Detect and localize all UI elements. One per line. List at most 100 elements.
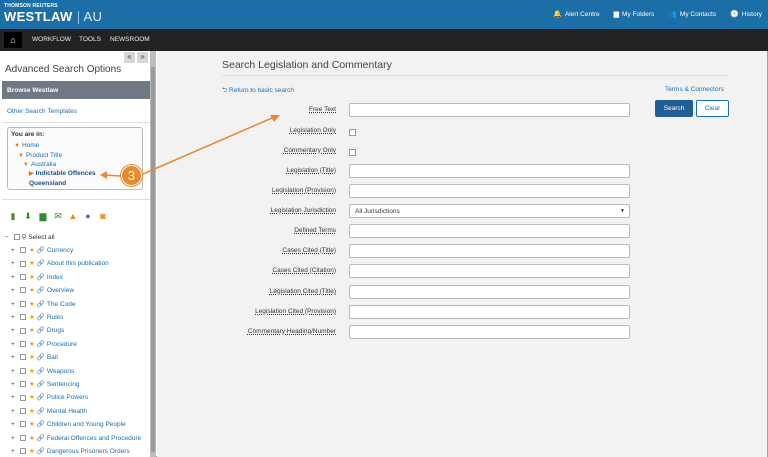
expand-plus-icon[interactable]: +	[11, 274, 20, 281]
tree-item-checkbox[interactable]	[20, 354, 26, 361]
expand-plus-icon[interactable]: +	[11, 314, 20, 321]
expand-plus-icon[interactable]: +	[11, 394, 20, 401]
tree-item-label[interactable]: Police Powers	[47, 394, 88, 401]
tree-item[interactable]: + ★ 🔗 Rules	[11, 313, 64, 321]
email-icon[interactable]: ✉	[53, 211, 63, 222]
star-icon[interactable]: ★	[29, 327, 35, 334]
tree-item-checkbox[interactable]	[20, 381, 26, 388]
field-checkbox[interactable]	[349, 149, 356, 156]
select-all-row[interactable]: − ⚲ Select all	[5, 233, 55, 241]
tree-item[interactable]: + ★ 🔗 The Code	[11, 300, 75, 308]
tree-item-checkbox[interactable]	[20, 327, 26, 334]
link-icon[interactable]: 🔗	[37, 287, 45, 294]
link-icon[interactable]: 🔗	[37, 408, 45, 415]
expand-plus-icon[interactable]: +	[11, 287, 20, 294]
breadcrumb-queensland[interactable]: Queensland	[29, 180, 66, 187]
tree-item-label[interactable]: Bail	[47, 354, 58, 361]
printer-icon[interactable]: ▆	[38, 211, 48, 222]
field-input[interactable]	[349, 244, 630, 258]
star-icon[interactable]: ★	[29, 260, 35, 267]
star-icon[interactable]: ★	[29, 274, 35, 281]
expand-plus-icon[interactable]: +	[11, 448, 20, 455]
star-icon[interactable]: ★	[29, 368, 35, 375]
my-folders-link[interactable]: ▆ My Folders	[614, 10, 655, 18]
tree-item-label[interactable]: Sentencing	[47, 381, 80, 388]
field-checkbox[interactable]	[349, 129, 356, 136]
nav-newsroom[interactable]: NEWSROOM	[110, 36, 150, 43]
tree-item-checkbox[interactable]	[20, 434, 26, 441]
tree-item[interactable]: + ★ 🔗 Federal Offences and Procedure	[11, 434, 141, 442]
field-input[interactable]	[349, 184, 630, 198]
tree-item-checkbox[interactable]	[20, 247, 26, 254]
link-icon[interactable]: 🔗	[37, 354, 45, 361]
tree-item-label[interactable]: Drugs	[47, 327, 64, 334]
tree-item[interactable]: + ★ 🔗 Procedure	[11, 340, 77, 348]
expand-plus-icon[interactable]: +	[11, 408, 20, 415]
field-input[interactable]	[349, 305, 630, 319]
tree-item[interactable]: + ★ 🔗 Currency	[11, 246, 73, 254]
search-button[interactable]: Search	[655, 100, 693, 117]
tree-item[interactable]: + ★ 🔗 Mental Health	[11, 407, 87, 415]
terms-and-connectors-link[interactable]: Terms & Connectors	[665, 86, 724, 93]
field-input[interactable]	[349, 164, 630, 178]
tree-item-checkbox[interactable]	[20, 394, 26, 401]
tree-item[interactable]: + ★ 🔗 Children and Young People	[11, 420, 126, 428]
field-input[interactable]	[349, 224, 630, 238]
tree-item[interactable]: + ★ 🔗 About this publication	[11, 259, 109, 267]
jurisdiction-select[interactable]: All Jurisdictions ▼	[349, 204, 630, 218]
rss-icon[interactable]: ◙	[98, 211, 108, 222]
tree-item[interactable]: + ★ 🔗 Overview	[11, 286, 74, 294]
alert-centre-link[interactable]: 🔔 Alert Centre	[553, 10, 599, 18]
tree-item[interactable]: + ★ 🔗 Police Powers	[11, 393, 88, 401]
breadcrumb-australia[interactable]: ▼ Australia	[23, 161, 56, 168]
field-input[interactable]	[349, 325, 630, 339]
nav-workflow[interactable]: WORKFLOW	[32, 36, 71, 43]
clear-button[interactable]: Clear	[696, 100, 729, 117]
tree-item-checkbox[interactable]	[20, 314, 26, 321]
alert-bell-icon[interactable]: ▲	[68, 211, 78, 222]
link-icon[interactable]: 🔗	[37, 421, 45, 428]
star-icon[interactable]: ★	[29, 381, 35, 388]
collapse-minus-icon[interactable]: −	[5, 234, 9, 241]
download-icon[interactable]: ⬇	[23, 211, 33, 222]
tree-item-label[interactable]: About this publication	[47, 260, 109, 267]
tree-item-checkbox[interactable]	[20, 448, 26, 455]
field-input[interactable]	[349, 264, 630, 278]
left-scrollbar-thumb[interactable]	[151, 67, 155, 452]
breadcrumb-indictable-offences[interactable]: ▶ Indictable Offences	[29, 170, 96, 177]
link-icon[interactable]: 🔗	[37, 381, 45, 388]
tree-item-label[interactable]: Index	[47, 274, 63, 281]
star-icon[interactable]: ★	[29, 394, 35, 401]
link-icon[interactable]: 🔗	[37, 341, 45, 348]
expand-plus-icon[interactable]: +	[11, 247, 20, 254]
nav-tools[interactable]: TOOLS	[79, 36, 101, 43]
link-icon[interactable]: 🔗	[37, 435, 45, 442]
link-icon[interactable]: 🔗	[37, 394, 45, 401]
link-icon[interactable]: 🔗	[37, 448, 45, 455]
star-icon[interactable]: ★	[29, 247, 35, 254]
star-icon[interactable]: ★	[29, 435, 35, 442]
tree-item-checkbox[interactable]	[20, 367, 26, 374]
star-icon[interactable]: ★	[29, 448, 35, 455]
expand-plus-icon[interactable]: +	[11, 368, 20, 375]
tree-item-checkbox[interactable]	[20, 421, 26, 428]
tree-item-label[interactable]: Weapons	[47, 368, 74, 375]
tree-item-label[interactable]: Federal Offences and Procedure	[47, 435, 141, 442]
tree-item-label[interactable]: Dangerous Prisoners Orders	[47, 448, 130, 455]
collapse-left-icon[interactable]: «	[124, 52, 135, 63]
link-icon[interactable]: 🔗	[37, 301, 45, 308]
select-all-checkbox[interactable]	[13, 234, 20, 241]
tree-item-checkbox[interactable]	[20, 287, 26, 294]
star-icon[interactable]: ★	[29, 408, 35, 415]
tree-item[interactable]: + ★ 🔗 Index	[11, 273, 63, 281]
history-link[interactable]: 🕓 History	[730, 10, 762, 18]
my-contacts-link[interactable]: 👥 My Contacts	[668, 10, 716, 18]
expand-plus-icon[interactable]: +	[11, 354, 20, 361]
expand-plus-icon[interactable]: +	[11, 435, 20, 442]
link-icon[interactable]: 🔗	[37, 247, 45, 254]
tree-item-label[interactable]: Children and Young People	[47, 421, 126, 428]
tree-item-label[interactable]: Rules	[47, 314, 64, 321]
star-icon[interactable]: ★	[29, 354, 35, 361]
return-to-basic-search-link[interactable]: ⮌ Return to basic search	[222, 86, 294, 97]
home-icon[interactable]: ⌂	[4, 32, 22, 48]
